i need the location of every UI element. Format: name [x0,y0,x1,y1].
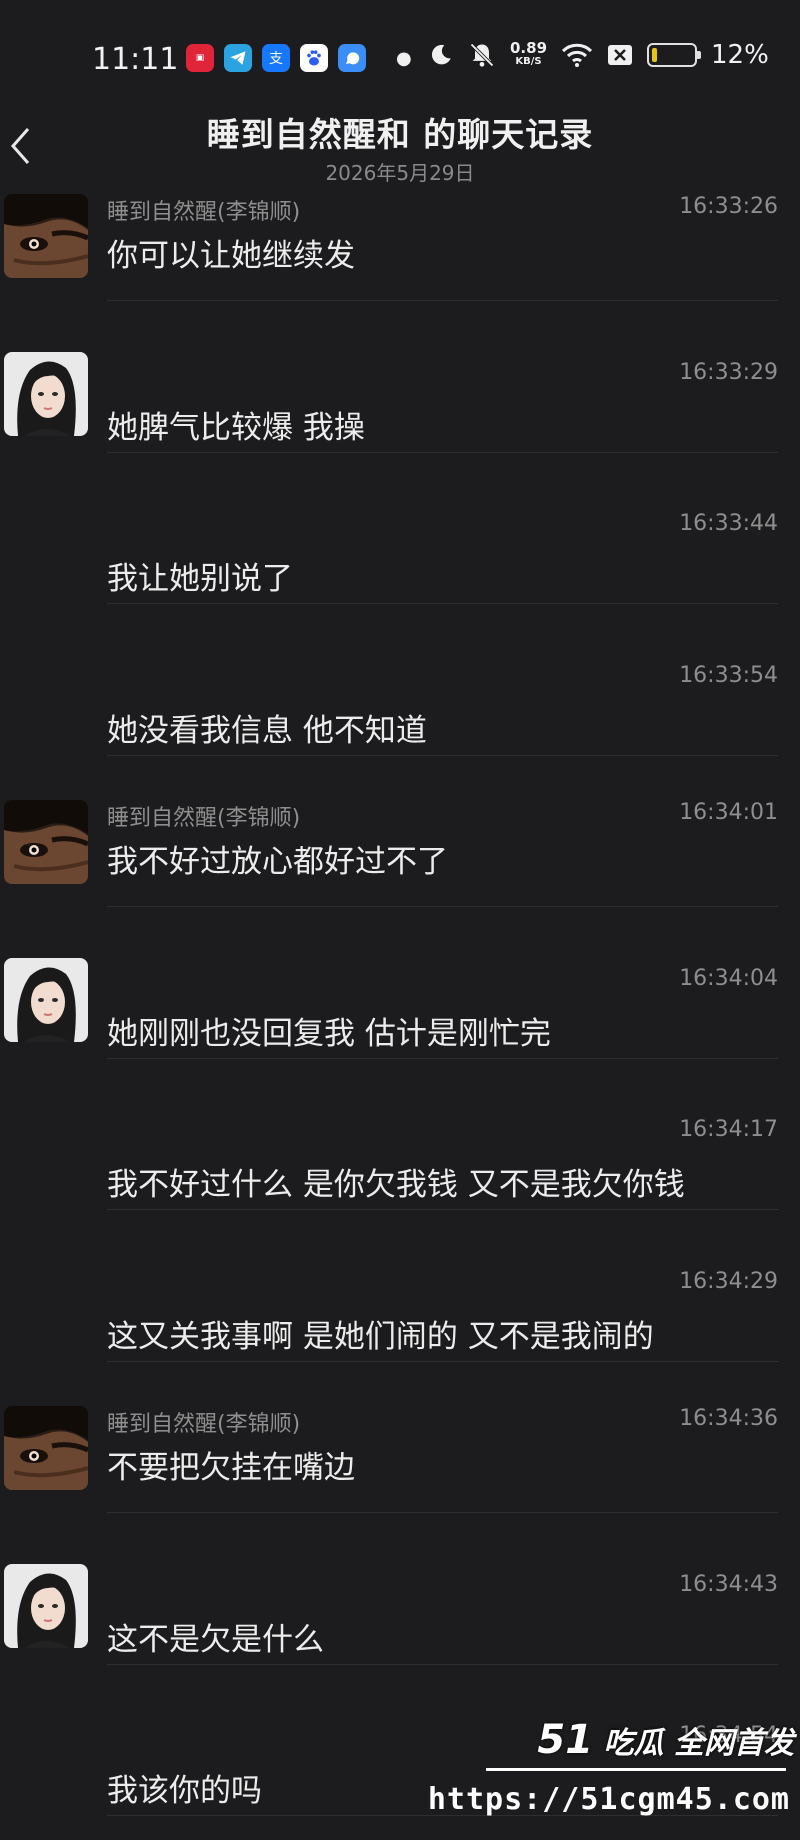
message-time: 16:34:04 [679,965,778,991]
message-text: 你可以让她继续发 [107,238,355,274]
message-text: 我不好过什么 是你欠我钱 又不是我欠你钱 [107,1167,685,1203]
message-item: 16:34:17 我不好过什么 是你欠我钱 又不是我欠你钱 [0,1099,800,1250]
message-time: 16:33:54 [679,662,778,688]
message-divider [107,1663,778,1665]
battery-cap [697,51,702,59]
net-speed-value: 0.89 [510,39,548,57]
message-text: 她刚刚也没回复我 估计是刚忙完 [107,1015,551,1052]
message-sender: 睡到自然醒(李锦顺) [107,200,301,225]
message-divider [107,754,778,756]
chat-date: 2026年5月29日 [325,161,475,185]
battery-percent: 12% [711,40,769,70]
avatar-sender[interactable] [4,194,88,278]
message-item: 16:33:54 她没看我信息 他不知道 [0,645,800,796]
message-text: 她没看我信息 他不知道 [107,712,427,749]
message-time: 16:34:29 [679,1268,778,1294]
message-item: 睡到自然醒(李锦顺) 16:33:26 你可以让她继续发 [0,190,800,341]
messenger-icon [338,44,366,72]
mute-bell-icon [470,43,494,67]
avatar-owner[interactable] [4,957,88,1042]
net-speed: 0.89 KB/S [510,41,547,69]
message-time: 16:34:43 [679,1571,778,1597]
chat-history-page: 11:11 ▣ 支 ● 0.89 KB/S 12% 睡到自然醒和 的聊天记录 2… [0,0,800,1840]
message-divider [107,906,778,907]
sim-off-icon [608,45,633,65]
message-divider [107,451,778,453]
status-time: 11:11 [92,42,179,77]
dot-icon: ● [396,48,412,69]
message-text: 这不是欠是什么 [107,1621,324,1658]
message-divider [107,1360,778,1362]
avatar-owner[interactable] [4,1563,88,1648]
message-item: 睡到自然醒(李锦顺) 16:34:36 不要把欠挂在嘴边 [0,1402,800,1553]
status-bar: 11:11 ▣ 支 ● 0.89 KB/S 12% [0,0,800,120]
message-text: 这又关我事啊 是她们闹的 又不是我闹的 [107,1318,654,1355]
message-time: 16:34:36 [679,1406,778,1431]
message-time: 16:33:26 [679,194,778,219]
message-text: 我该你的吗 [107,1773,262,1809]
message-divider [107,603,778,604]
moon-icon [431,44,451,65]
message-time: 16:34:01 [679,800,778,825]
telegram-icon [224,44,252,72]
message-item: 16:33:44 我让她别说了 [0,493,800,644]
message-divider [107,1209,778,1210]
wifi-icon [561,43,593,67]
message-text: 不要把欠挂在嘴边 [107,1450,355,1486]
notification-icons: ▣ 支 [186,44,366,72]
message-item: 16:34:04 她刚刚也没回复我 估计是刚忙完 [0,948,800,1099]
watermark-logo: 51 吃瓜 全网首发 [537,1717,794,1763]
watermark-logo-text: 吃瓜 全网首发 [603,1726,794,1761]
message-item: 16:33:29 她脾气比较爆 我操 [0,342,800,493]
watermark-url: https://51cgm45.com [427,1782,790,1817]
message-time: 16:33:44 [679,511,778,536]
mini-app-icon: ▣ [186,44,214,72]
message-text: 我让她别说了 [107,561,293,597]
page-title: 睡到自然醒和 的聊天记录 [206,115,594,154]
alipay-icon: 支 [262,44,290,72]
avatar-owner[interactable] [4,351,88,436]
message-divider [107,1512,778,1513]
net-speed-unit: KB/S [515,56,542,67]
message-text: 她脾气比较爆 我操 [107,409,365,446]
message-sender: 睡到自然醒(李锦顺) [107,1412,301,1437]
message-divider [107,1057,778,1059]
message-item: 16:34:29 这又关我事啊 是她们闹的 又不是我闹的 [0,1251,800,1402]
message-sender: 睡到自然醒(李锦顺) [107,806,301,831]
watermark-underline [486,1768,786,1771]
battery-fill [652,48,658,62]
battery-icon [647,43,702,67]
watermark-logo-number: 51 [537,1717,594,1763]
baidu-icon [300,44,328,72]
message-item: 睡到自然醒(李锦顺) 16:34:01 我不好过放心都好过不了 [0,796,800,947]
avatar-sender[interactable] [4,800,88,884]
message-text: 我不好过放心都好过不了 [107,844,448,880]
message-item: 16:34:43 这不是欠是什么 [0,1554,800,1705]
message-time: 16:34:17 [679,1117,778,1142]
message-time: 16:33:29 [679,359,778,385]
message-divider [107,300,778,301]
avatar-sender[interactable] [4,1406,88,1490]
status-right: 0.89 KB/S 12% [428,40,769,70]
